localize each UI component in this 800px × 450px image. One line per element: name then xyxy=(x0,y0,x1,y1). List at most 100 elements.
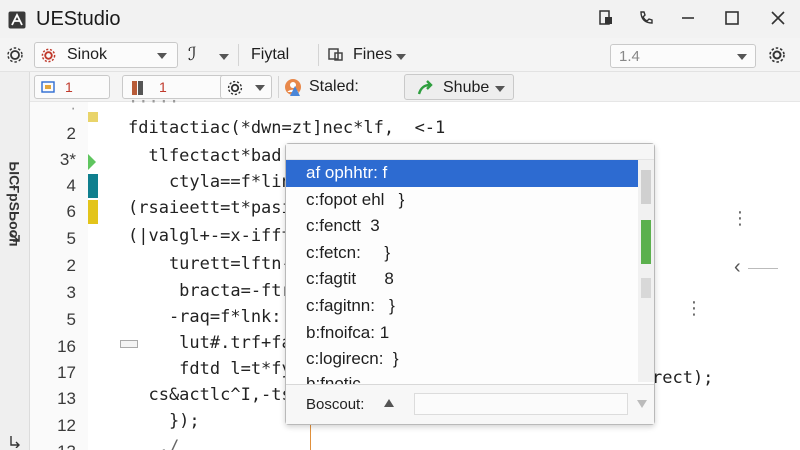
line-number-gutter: · 2 3* 4 6 5 2 3 5 16 17 13 12 13 xyxy=(30,98,88,450)
document-tab-1[interactable]: 1 xyxy=(34,75,110,99)
code-line: ./ xyxy=(128,437,180,450)
completion-popup: af ophhtr: f c:fopot ehl } c:fenctt 3 c:… xyxy=(285,143,655,425)
minimize-icon[interactable] xyxy=(674,4,702,32)
pin-icon[interactable] xyxy=(592,4,620,32)
code-line: bracta=-ftra xyxy=(128,281,302,301)
code-line: cs&actlc^I,-ts xyxy=(128,385,292,405)
app-title: UEStudio xyxy=(36,8,121,30)
completion-item[interactable]: c:fagtit 8 xyxy=(286,266,638,293)
share-button[interactable]: Shube xyxy=(404,74,514,100)
more-vertical-icon[interactable]: ⋮ xyxy=(685,298,703,319)
chevron-left-icon[interactable]: ‹ xyxy=(734,256,741,279)
line-number: 5 xyxy=(66,310,76,329)
code-line: fditactiac(*dwn=zt]nec*lf, <-1 xyxy=(128,118,446,138)
completion-footer: Boscout: xyxy=(286,384,654,424)
modified-marker xyxy=(88,174,98,198)
completion-scrollbar[interactable] xyxy=(638,160,654,382)
scheme-dropdown-chevron-icon[interactable] xyxy=(219,54,229,60)
toolbar-separator xyxy=(238,44,239,66)
close-icon[interactable] xyxy=(764,4,792,32)
zoom-value: 1.4 xyxy=(619,48,640,65)
document-tab-1-count: 1 xyxy=(65,79,73,95)
completion-item[interactable]: c:fetcn: } xyxy=(286,240,638,267)
zoom-dropdown[interactable]: 1.4 xyxy=(610,44,756,68)
scrollbar-position-marker xyxy=(641,220,651,264)
settings-gear-icon[interactable] xyxy=(6,46,24,64)
toolbar-separator xyxy=(278,76,279,98)
line-number-partial: · xyxy=(70,98,76,117)
popup-pointer-icon xyxy=(290,86,300,96)
expand-arrow-icon[interactable] xyxy=(8,230,22,249)
chevron-down-icon xyxy=(157,53,167,59)
line-number: 4 xyxy=(66,176,76,195)
scrollbar-segment xyxy=(641,278,651,298)
code-line: -raq=f*lnk: xyxy=(128,307,282,327)
chevron-down-icon xyxy=(495,86,505,92)
title-bar: UEStudio xyxy=(0,0,800,38)
find-dropdown-chevron-icon[interactable] xyxy=(396,54,406,60)
line-number: 16 xyxy=(57,337,76,356)
find-button[interactable]: Fines xyxy=(353,46,392,64)
code-line: (rsaieett=t*pasi xyxy=(128,198,292,218)
options-gear-icon xyxy=(227,80,243,96)
popup-header xyxy=(286,144,654,160)
completion-item[interactable]: c:fopot ehl } xyxy=(286,187,638,214)
collapse-arrow-icon[interactable] xyxy=(8,434,22,450)
code-line: }); xyxy=(128,411,200,431)
document-list-icon xyxy=(41,81,55,93)
footer-label: Boscout: xyxy=(306,396,365,413)
code-fragment-right: rect); xyxy=(652,368,714,388)
status-label: Staled: xyxy=(309,78,359,95)
divider xyxy=(748,268,778,269)
maximize-icon[interactable] xyxy=(718,4,746,32)
line-number: 5 xyxy=(66,229,76,248)
configuration-label: Sinok xyxy=(67,46,108,63)
code-line-partial: ····· xyxy=(128,92,180,112)
line-number: 6 xyxy=(66,202,76,221)
line-number: 13 xyxy=(57,389,76,408)
configuration-dropdown[interactable]: Sinok xyxy=(34,42,178,68)
bookmark-marker xyxy=(88,112,98,122)
line-number: 2 xyxy=(66,256,76,275)
completion-item[interactable]: b:fnoifca: 1 xyxy=(286,320,638,347)
completion-list: af ophhtr: f c:fopot ehl } c:fenctt 3 c:… xyxy=(286,160,638,395)
chevron-down-icon xyxy=(255,85,265,91)
code-line: fdtd l=t*fyr xyxy=(128,359,302,379)
current-line-marker xyxy=(88,154,96,170)
code-line: (|valgl+-=x-ifft xyxy=(128,226,292,246)
find-icon[interactable] xyxy=(328,47,344,63)
filter-icon[interactable] xyxy=(637,400,647,408)
filetype-button[interactable]: Fiytal xyxy=(251,46,289,64)
scheme-icon[interactable]: ℐ xyxy=(188,44,196,65)
phone-icon[interactable] xyxy=(632,4,660,32)
sort-up-icon[interactable] xyxy=(384,399,394,407)
config-gear-icon xyxy=(41,48,56,63)
line-number: 3* xyxy=(59,150,76,169)
filter-input[interactable] xyxy=(414,393,628,415)
line-number: 2 xyxy=(66,124,76,143)
preferences-gear-icon[interactable] xyxy=(768,46,786,64)
code-line: ctyla==f*line xyxy=(128,172,302,192)
completion-item[interactable]: c:fagitnn: } xyxy=(286,293,638,320)
line-number: 12 xyxy=(57,416,76,435)
line-number: 13 xyxy=(57,442,76,450)
completion-item-selected[interactable]: af ophhtr: f xyxy=(286,160,638,187)
line-number: 3 xyxy=(66,283,76,302)
line-number: 17 xyxy=(57,363,76,382)
options-dropdown[interactable] xyxy=(220,75,272,99)
share-label: Shube xyxy=(443,79,490,96)
completion-item[interactable]: c:logirecn: } xyxy=(286,346,638,373)
unsaved-marker xyxy=(88,200,98,224)
scrollbar-thumb[interactable] xyxy=(641,170,651,204)
toolbar-separator xyxy=(318,44,319,66)
code-line: turett=lftn- xyxy=(128,254,292,274)
main-toolbar: Sinok ℐ Fiytal Fines 1.4 xyxy=(0,38,800,72)
code-line: tlfectact*bad: xyxy=(128,146,292,166)
share-icon xyxy=(417,80,433,95)
completion-item[interactable]: c:fenctt 3 xyxy=(286,213,638,240)
chevron-down-icon xyxy=(737,54,747,60)
more-vertical-icon[interactable]: ⋮ xyxy=(731,208,749,229)
left-activity-bar: ЫСҒрЅЬооп xyxy=(0,72,30,450)
fold-marker[interactable] xyxy=(120,340,138,348)
app-logo-icon xyxy=(8,11,26,29)
